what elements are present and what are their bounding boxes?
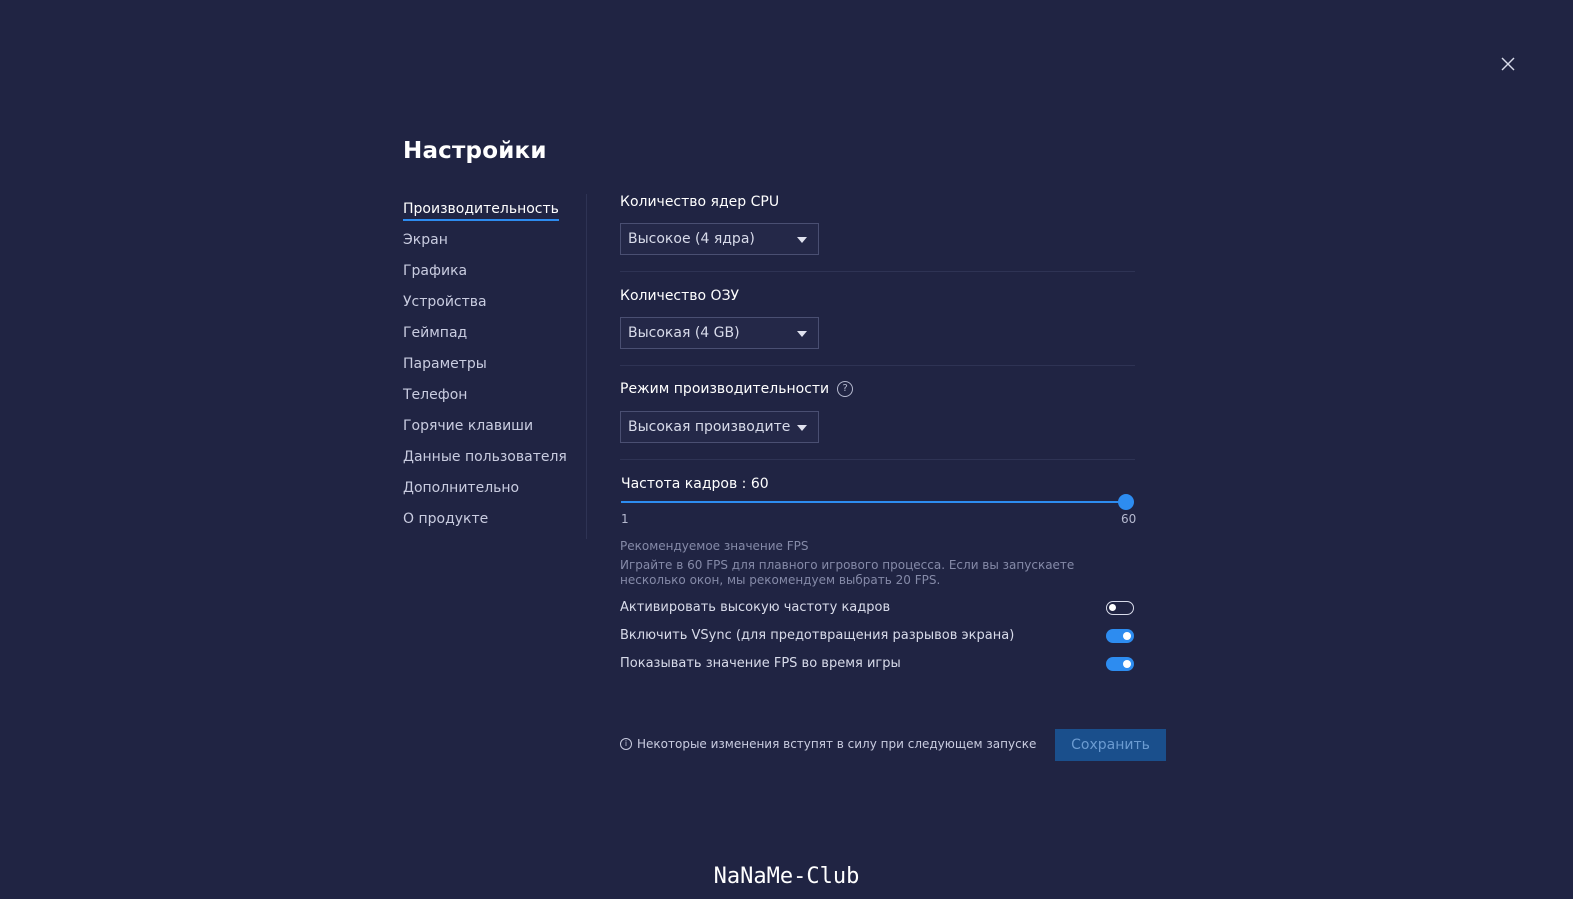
sidebar-item-label: Экран [403,232,448,248]
sidebar-item-label: Телефон [403,387,468,403]
section-divider [620,271,1135,272]
sidebar-item-advanced[interactable]: Дополнительно [403,476,567,507]
fps-hint-title: Рекомендуемое значение FPS [620,539,809,553]
sidebar-item-phone[interactable]: Телефон [403,383,567,414]
sidebar-item-label: Параметры [403,356,487,372]
caret-down-icon [797,425,807,431]
sidebar: Производительность Экран Графика Устройс… [403,197,567,538]
fps-slider-min: 1 [621,512,629,526]
sidebar-item-label: Производительность [403,199,559,221]
sidebar-divider [586,194,587,539]
info-icon: i [620,737,632,750]
performance-mode-value: Высокая производительность [628,419,790,435]
performance-mode-label-row: Режим производительности? [620,381,854,397]
show-fps-row: Показывать значение FPS во время игры [620,655,1135,675]
vsync-row: Включить VSync (для предотвращения разры… [620,627,1135,647]
ram-label: Количество ОЗУ [620,288,740,304]
sidebar-item-label: О продукте [403,511,489,527]
caret-down-icon [797,237,807,243]
toggle-knob [1123,660,1131,668]
page-title: Настройки [403,138,547,164]
sidebar-item-label: Дополнительно [403,480,520,496]
sidebar-item-devices[interactable]: Устройства [403,290,567,321]
show-fps-label: Показывать значение FPS во время игры [620,656,901,671]
watermark-logo: NaNaMe-Club [713,864,860,889]
sidebar-item-user-data[interactable]: Данные пользователя [403,445,567,476]
sidebar-item-label: Данные пользователя [403,449,567,465]
sidebar-item-label: Горячие клавиши [403,418,534,434]
high-fps-toggle[interactable] [1106,601,1134,615]
show-fps-toggle[interactable] [1106,657,1134,671]
high-fps-label: Активировать высокую частоту кадров [620,600,891,615]
section-divider [620,459,1135,460]
high-fps-row: Активировать высокую частоту кадров [620,599,1135,619]
vsync-toggle[interactable] [1106,629,1134,643]
fps-hint-text: Играйте в 60 FPS для плавного игрового п… [620,558,1075,587]
sidebar-item-about[interactable]: О продукте [403,507,567,538]
ram-select[interactable]: Высокая (4 GB) [620,317,819,349]
settings-page: Настройки Производительность Экран Графи… [0,0,1573,899]
toggle-knob [1109,604,1116,611]
performance-mode-label: Режим производительности [620,381,830,397]
save-button[interactable]: Сохранить [1055,729,1166,761]
sidebar-item-label: Графика [403,263,468,279]
cpu-cores-label: Количество ядер CPU [620,194,780,210]
sidebar-item-performance[interactable]: Производительность [403,197,567,228]
sidebar-item-label: Устройства [403,294,487,310]
sidebar-item-hotkeys[interactable]: Горячие клавиши [403,414,567,445]
vsync-label: Включить VSync (для предотвращения разры… [620,628,1015,643]
sidebar-item-graphics[interactable]: Графика [403,259,567,290]
caret-down-icon [797,331,807,337]
sidebar-item-parameters[interactable]: Параметры [403,352,567,383]
cpu-cores-value: Высокое (4 ядра) [628,231,755,247]
sidebar-item-label: Геймпад [403,325,468,341]
ram-value: Высокая (4 GB) [628,325,740,341]
help-icon[interactable]: ? [837,381,854,397]
close-button[interactable] [1499,55,1517,73]
restart-note: i Некоторые изменения вступят в силу при … [620,737,1036,751]
cpu-cores-select[interactable]: Высокое (4 ядра) [620,223,819,255]
fps-label: Частота кадров : 60 [621,476,769,492]
close-icon [1501,57,1515,71]
sidebar-item-gamepad[interactable]: Геймпад [403,321,567,352]
toggle-knob [1123,632,1131,640]
fps-slider-thumb[interactable] [1118,494,1134,510]
performance-mode-select[interactable]: Высокая производительность [620,411,819,443]
fps-slider-max: 60 [1121,512,1137,526]
section-divider [620,365,1135,366]
sidebar-item-display[interactable]: Экран [403,228,567,259]
restart-note-text: Некоторые изменения вступят в силу при с… [637,737,1037,751]
fps-slider-track[interactable] [621,501,1128,503]
